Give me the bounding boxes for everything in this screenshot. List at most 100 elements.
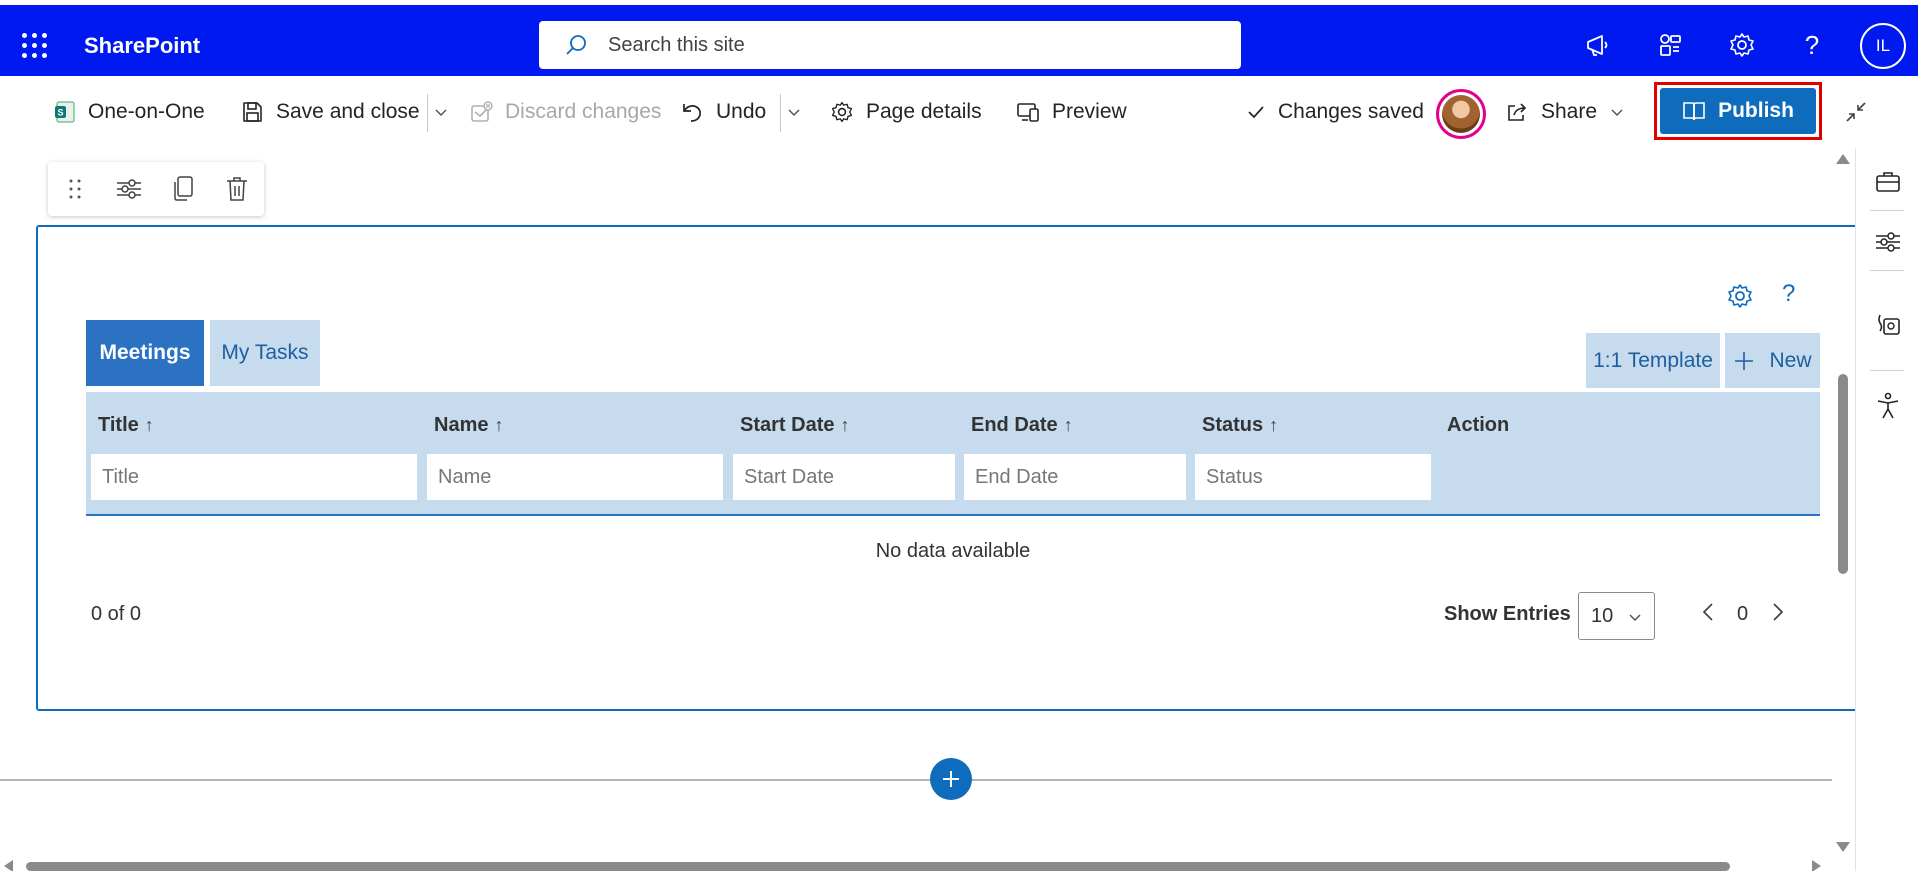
- save-close-label: Save and close: [276, 100, 420, 123]
- divider: [1870, 270, 1904, 271]
- next-page-icon[interactable]: [1770, 598, 1786, 631]
- empty-state-message: No data available: [875, 540, 1031, 562]
- collapse-icon[interactable]: [1842, 76, 1882, 148]
- filter-name-input[interactable]: [426, 453, 724, 501]
- design-ideas-icon[interactable]: [1874, 310, 1902, 338]
- column-header-action: Action: [1447, 414, 1509, 437]
- record-count: 0 of 0: [91, 603, 142, 625]
- plus-icon: [1735, 351, 1754, 370]
- divider: [780, 94, 781, 132]
- scroll-up-arrow[interactable]: [1836, 154, 1850, 164]
- save-status: Changes saved: [1246, 76, 1424, 148]
- filter-status-input[interactable]: [1194, 453, 1432, 501]
- page-name-label: One-on-One: [88, 100, 205, 123]
- page-number: 0: [1737, 603, 1749, 625]
- preview-button[interactable]: Preview: [1016, 76, 1127, 148]
- book-open-icon: [1683, 102, 1705, 121]
- undo-options-dropdown[interactable]: [787, 76, 813, 148]
- divider: [1870, 370, 1904, 371]
- scroll-left-arrow[interactable]: [4, 860, 13, 871]
- search-input[interactable]: [608, 33, 1168, 57]
- tab-my-tasks[interactable]: My Tasks: [210, 320, 320, 386]
- preview-icon: [1017, 103, 1039, 122]
- column-header-status[interactable]: Status ↑: [1202, 414, 1278, 437]
- webpart-toolbox: [48, 162, 264, 216]
- entries-per-page-select[interactable]: 10: [1578, 592, 1655, 640]
- share-label: Share: [1541, 100, 1598, 123]
- checkmark-icon: [1248, 106, 1264, 119]
- megaphone-icon[interactable]: [1582, 29, 1614, 61]
- page-details-label: Page details: [866, 100, 982, 123]
- new-item-button[interactable]: New: [1725, 333, 1820, 388]
- right-toolbar: [1855, 148, 1918, 871]
- app-brand[interactable]: SharePoint: [84, 33, 200, 59]
- toolbox-icon[interactable]: [1874, 168, 1902, 196]
- preview-label: Preview: [1052, 100, 1127, 123]
- save-close-button[interactable]: Save and close: [240, 76, 420, 148]
- discard-changes-label: Discard changes: [505, 100, 662, 123]
- column-header-label: End Date: [971, 414, 1058, 436]
- account-avatar[interactable]: IL: [1860, 23, 1906, 69]
- page-details-button[interactable]: Page details: [830, 76, 982, 148]
- sort-arrow-icon: ↑: [144, 415, 154, 435]
- discard-icon: [471, 101, 493, 122]
- drag-handle-icon[interactable]: [48, 162, 102, 216]
- column-header-start-date[interactable]: Start Date ↑: [740, 414, 849, 437]
- column-header-end-date[interactable]: End Date ↑: [971, 414, 1073, 437]
- webpart-help-icon[interactable]: ?: [1782, 280, 1795, 308]
- delete-icon[interactable]: [210, 162, 264, 216]
- scroll-right-arrow[interactable]: [1812, 860, 1821, 871]
- edit-properties-icon[interactable]: [102, 162, 156, 216]
- save-options-dropdown[interactable]: [434, 76, 460, 148]
- share-button[interactable]: Share: [1505, 76, 1597, 148]
- publish-button[interactable]: Publish: [1660, 88, 1816, 134]
- filter-start-date-input[interactable]: [732, 453, 956, 501]
- undo-button[interactable]: Undo: [680, 76, 766, 148]
- column-header-label: Start Date: [740, 414, 835, 436]
- page-canvas: ? Meetings My Tasks 1:1 Template New Tit…: [0, 148, 1918, 871]
- save-icon: [243, 102, 262, 122]
- site-search-box[interactable]: [539, 21, 1241, 69]
- column-header-name[interactable]: Name ↑: [434, 414, 503, 437]
- tab-meetings[interactable]: Meetings: [86, 320, 204, 386]
- app-switcher-icon[interactable]: [1654, 29, 1686, 61]
- section-divider: [0, 779, 1832, 781]
- undo-label: Undo: [716, 100, 767, 123]
- svg-text:S: S: [57, 108, 63, 118]
- entries-value: 10: [1591, 604, 1614, 627]
- webpart-settings-icon[interactable]: [1726, 282, 1754, 315]
- gear-icon: [831, 101, 853, 123]
- discard-changes-button[interactable]: Discard changes: [469, 76, 661, 148]
- sort-arrow-icon: ↑: [1063, 415, 1073, 435]
- column-header-title[interactable]: Title ↑: [98, 414, 154, 437]
- app-launcher-icon[interactable]: [22, 33, 48, 59]
- template-button[interactable]: 1:1 Template: [1586, 333, 1720, 388]
- share-options-dropdown[interactable]: [1610, 76, 1636, 148]
- chevron-down-icon: [435, 109, 447, 117]
- show-entries-label: Show Entries: [1444, 603, 1571, 625]
- previous-page-icon[interactable]: [1700, 598, 1716, 631]
- properties-icon[interactable]: [1874, 228, 1902, 256]
- suite-bar: SharePoint ? IL: [0, 0, 1918, 76]
- scroll-down-arrow[interactable]: [1836, 842, 1850, 852]
- settings-icon[interactable]: [1726, 29, 1758, 61]
- sort-arrow-icon: ↑: [840, 415, 850, 435]
- duplicate-icon[interactable]: [156, 162, 210, 216]
- chevron-down-icon: [788, 109, 800, 117]
- user-photo-avatar[interactable]: [1436, 89, 1486, 139]
- help-icon[interactable]: ?: [1796, 29, 1828, 61]
- sort-arrow-icon: ↑: [1269, 415, 1279, 435]
- search-icon: [566, 35, 586, 55]
- filter-title-input[interactable]: [90, 453, 418, 501]
- vertical-scrollbar[interactable]: [1838, 374, 1848, 574]
- accessibility-icon[interactable]: [1874, 392, 1902, 420]
- horizontal-scrollbar[interactable]: [26, 862, 1730, 871]
- sort-arrow-icon: ↑: [494, 415, 504, 435]
- filter-end-date-input[interactable]: [963, 453, 1187, 501]
- undo-icon: [683, 104, 701, 122]
- new-item-label: New: [1769, 348, 1812, 372]
- column-header-label: Name: [434, 414, 489, 436]
- add-section-button[interactable]: [930, 758, 972, 800]
- command-bar: S One-on-One Save and close Discard chan…: [0, 76, 1918, 148]
- chevron-down-icon: [1611, 109, 1623, 117]
